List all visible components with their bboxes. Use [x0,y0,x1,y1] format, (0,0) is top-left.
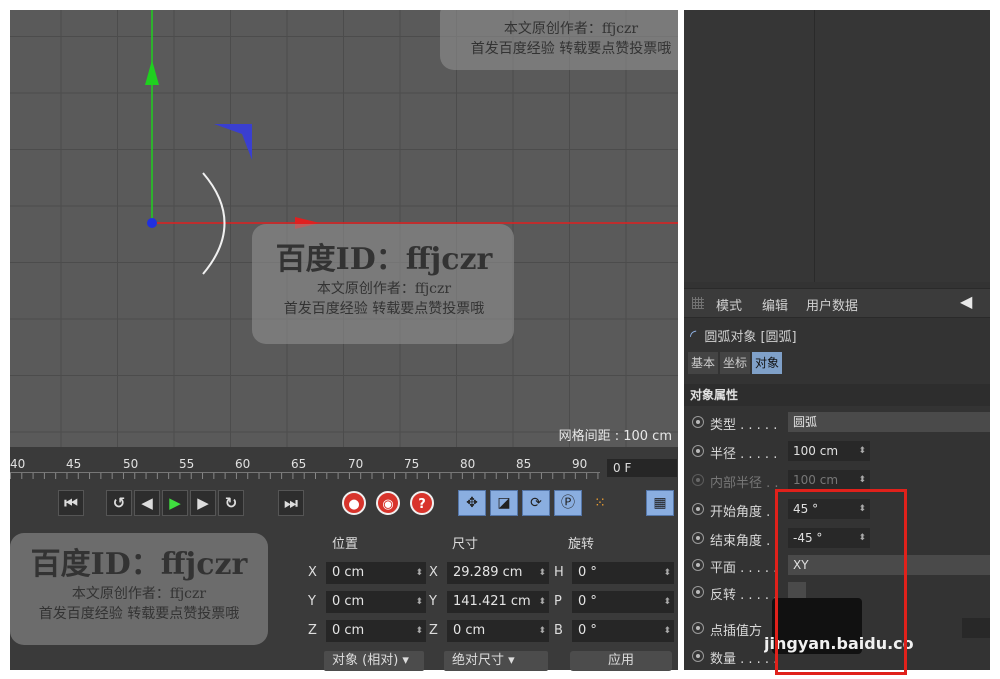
section-object-properties: 对象属性 [684,384,990,406]
prev-key-button[interactable]: ↺ [106,490,132,516]
watermark-top: 本文原创作者：ffjczr 首发百度经验 转载要点赞投票哦 [470,21,672,57]
header-position: 位置 [332,537,359,552]
pos-y-field[interactable]: 0 cm ⬍ [326,591,426,613]
scale-tool-icon[interactable]: ◪ [490,490,518,516]
tick-label: 75 [404,457,420,471]
apply-button[interactable]: 应用 [570,651,672,671]
animate-radio-icon[interactable] [692,650,704,662]
animate-radio-icon[interactable] [692,586,704,598]
tick-label: 85 [516,457,532,471]
header-size: 尺寸 [452,537,479,552]
auto-key-icon[interactable]: ◉ [376,491,400,515]
prop-type: 类型 . . . . . 圆弧 [690,410,990,434]
prop-radius: 半径 . . . . . 100 cm ⬍ [690,439,990,463]
first-frame-button[interactable]: ⏮ [58,490,84,516]
rot-b-row: B 0 ° ⬍ [554,620,674,642]
tab-basic[interactable]: 基本 [688,352,719,374]
tick-label: 65 [291,457,307,471]
tab-object[interactable]: 对象 [752,352,783,374]
type-dropdown[interactable]: 圆弧 [788,412,990,432]
tick-label: 40 [10,457,26,471]
grip-icon [692,297,704,309]
arrow-left-icon[interactable]: ◀ [960,292,972,311]
tick-label: 55 [179,457,195,471]
watermark: 百度ID：ffjczr 本文原创作者：ffjczr 首发百度经验 转载要点赞投票… [275,242,493,317]
tick-label: 70 [348,457,364,471]
size-y-field[interactable]: 141.421 cm ⬍ [447,591,549,613]
object-manager[interactable] [684,10,990,282]
radius-field[interactable]: 100 cm ⬍ [788,441,870,461]
points-icon[interactable]: ⁙ [586,490,614,516]
rot-p-field[interactable]: 0 ° ⬍ [572,591,674,613]
menu-user-data[interactable]: 用户数据 [806,295,858,314]
next-frame-button[interactable]: ▶ [190,490,216,516]
attr-tabs: 基本 坐标 对象 [688,352,784,374]
attr-menubar: 模式 编辑 用户数据 ◀ [684,288,990,318]
pos-x-row: X 0 cm ⬍ [308,562,426,584]
size-x-field[interactable]: 29.289 cm ⬍ [447,562,549,584]
rotate-tool-icon[interactable]: ⟳ [522,490,550,516]
highlight-box [775,489,907,675]
animate-radio-icon[interactable] [692,503,704,515]
size-x-row: X 29.289 cm ⬍ [429,562,549,584]
rot-b-field[interactable]: 0 ° ⬍ [572,620,674,642]
object-header: ◜ 圆弧对象 [圆弧] [690,326,797,345]
tick-label: 60 [235,457,251,471]
rot-h-row: H 0 ° ⬍ [554,562,674,584]
timeline[interactable]: 40 45 50 55 60 65 70 75 80 85 90 0 F [10,447,678,481]
grid-spacing-label: 网格间距 : 100 cm [558,429,672,444]
help-key-icon[interactable]: ? [410,491,434,515]
record-icon[interactable]: ● [342,491,366,515]
menu-mode[interactable]: 模式 [716,295,742,314]
arc-icon: ◜ [690,326,697,345]
prev-frame-button[interactable]: ◀ [134,490,160,516]
rot-p-row: P 0 ° ⬍ [554,591,674,613]
next-key-button[interactable]: ↻ [218,490,244,516]
pos-z-row: Z 0 cm ⬍ [308,620,426,642]
rot-h-field[interactable]: 0 ° ⬍ [572,562,674,584]
last-frame-button[interactable]: ⏭ [278,490,304,516]
timeline-ruler[interactable] [10,472,600,481]
size-mode-dropdown[interactable]: 绝对尺寸 ▾ [444,651,548,671]
play-button[interactable]: ▶ [162,490,188,516]
parameter-tool-icon[interactable]: Ⓟ [554,490,582,516]
inner-radius-field[interactable]: 100 cm ⬍ [788,470,870,490]
animate-radio-icon[interactable] [692,532,704,544]
interpolation-dropdown[interactable] [962,618,990,638]
viewport[interactable]: 百度ID：ffjczr 本文原创作者：ffjczr 首发百度经验 转载要点赞投票… [10,10,678,447]
transport-bar: ⏮ ↺ ◀ ▶ ▶ ↻ ⏭ ● ◉ ? ✥ ◪ ⟳ Ⓟ ⁙ ▦ [10,481,678,525]
watermark-bottom: 百度ID：ffjczr 本文原创作者：ffjczr 首发百度经验 转载要点赞投票… [30,547,248,622]
pos-z-field[interactable]: 0 cm ⬍ [326,620,426,642]
size-y-row: Y 141.421 cm ⬍ [429,591,549,613]
current-frame-field[interactable]: 0 F [607,459,677,477]
coordinate-mode-dropdown[interactable]: 对象 (相对) ▾ [324,651,424,671]
tick-label: 50 [123,457,139,471]
tick-label: 45 [66,457,82,471]
coordinate-manager: 位置 尺寸 旋转 X 0 cm ⬍ X 29.289 cm ⬍ H 0 ° ⬍ Y 0… [302,525,678,671]
size-z-field[interactable]: 0 cm ⬍ [447,620,549,642]
animate-radio-icon[interactable] [692,416,704,428]
tick-label: 90 [572,457,588,471]
animate-radio-icon[interactable] [692,474,704,486]
pos-y-row: Y 0 cm ⬍ [308,591,426,613]
animate-radio-icon[interactable] [692,622,704,634]
tab-coord[interactable]: 坐标 [720,352,751,374]
animate-radio-icon[interactable] [692,559,704,571]
header-rotation: 旋转 [568,537,595,552]
pos-x-field[interactable]: 0 cm ⬍ [326,562,426,584]
menu-edit[interactable]: 编辑 [762,295,788,314]
animate-radio-icon[interactable] [692,445,704,457]
film-icon[interactable]: ▦ [646,490,674,516]
move-tool-icon[interactable]: ✥ [458,490,486,516]
material-manager[interactable]: 百度ID：ffjczr 本文原创作者：ffjczr 首发百度经验 转载要点赞投票… [10,525,302,670]
tick-label: 80 [460,457,476,471]
size-z-row: Z 0 cm ⬍ [429,620,549,642]
